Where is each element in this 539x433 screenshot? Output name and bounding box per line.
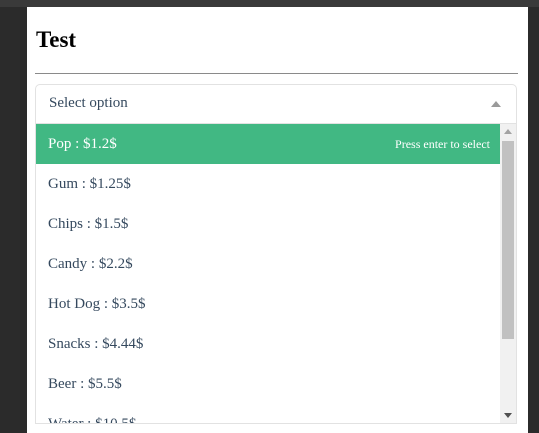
option-label: Hot Dog : $3.5$: [48, 296, 146, 312]
option-label: Snacks : $4.44$: [48, 336, 144, 352]
window-top-bar: [0, 0, 539, 7]
option-beer[interactable]: Beer : $5.5$: [36, 364, 502, 404]
main-panel: Test Select option Pop : $1.2$ Press ent…: [27, 7, 528, 433]
select-hint: Press enter to select: [395, 137, 490, 151]
dropdown-scrollbar[interactable]: [500, 124, 516, 423]
select-placeholder: Select option: [49, 95, 128, 111]
option-water[interactable]: Water : $10.5$: [36, 404, 502, 424]
option-hot-dog[interactable]: Hot Dog : $3.5$: [36, 284, 502, 324]
option-snacks[interactable]: Snacks : $4.44$: [36, 324, 502, 364]
option-label: Water : $10.5$: [48, 416, 137, 424]
option-candy[interactable]: Candy : $2.2$: [36, 244, 502, 284]
options-dropdown[interactable]: Pop : $1.2$ Press enter to select Gum : …: [35, 124, 517, 424]
option-label: Chips : $1.5$: [48, 216, 129, 232]
option-pop[interactable]: Pop : $1.2$ Press enter to select: [36, 124, 502, 164]
option-gum[interactable]: Gum : $1.25$: [36, 164, 502, 204]
option-label: Gum : $1.25$: [48, 176, 131, 192]
option-label: Candy : $2.2$: [48, 256, 133, 272]
option-label: Pop : $1.2$: [48, 136, 117, 152]
option-label: Beer : $5.5$: [48, 376, 122, 392]
caret-up-icon[interactable]: [491, 101, 501, 107]
title-divider: [35, 73, 518, 74]
scroll-down-arrow-icon[interactable]: [504, 413, 512, 418]
page-title: Test: [36, 27, 77, 52]
option-select[interactable]: Select option: [35, 84, 517, 124]
option-chips[interactable]: Chips : $1.5$: [36, 204, 502, 244]
scroll-up-arrow-icon[interactable]: [504, 129, 512, 134]
scroll-thumb[interactable]: [502, 141, 514, 339]
